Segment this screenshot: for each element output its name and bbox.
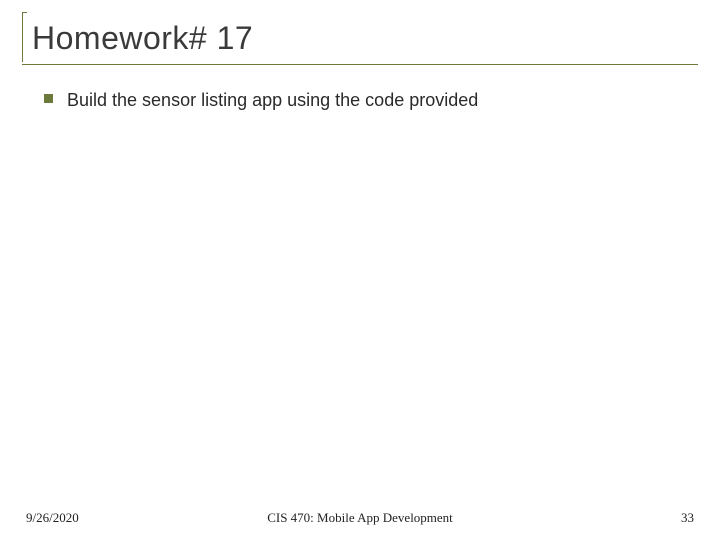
footer-course: CIS 470: Mobile App Development — [267, 510, 453, 526]
slide-footer: 9/26/2020 CIS 470: Mobile App Developmen… — [0, 510, 720, 526]
slide-title: Homework# 17 — [22, 12, 698, 63]
title-wrap: Homework# 17 — [22, 12, 698, 65]
bullet-item: Build the sensor listing app using the c… — [44, 88, 688, 112]
slide-content: Build the sensor listing app using the c… — [44, 88, 688, 112]
title-underline — [22, 64, 698, 65]
bullet-text: Build the sensor listing app using the c… — [67, 88, 478, 112]
footer-page-number: 33 — [681, 510, 694, 526]
title-corner-rule — [22, 12, 27, 62]
square-bullet-icon — [44, 94, 53, 103]
footer-date: 9/26/2020 — [26, 510, 79, 526]
title-block: Homework# 17 — [22, 12, 698, 65]
